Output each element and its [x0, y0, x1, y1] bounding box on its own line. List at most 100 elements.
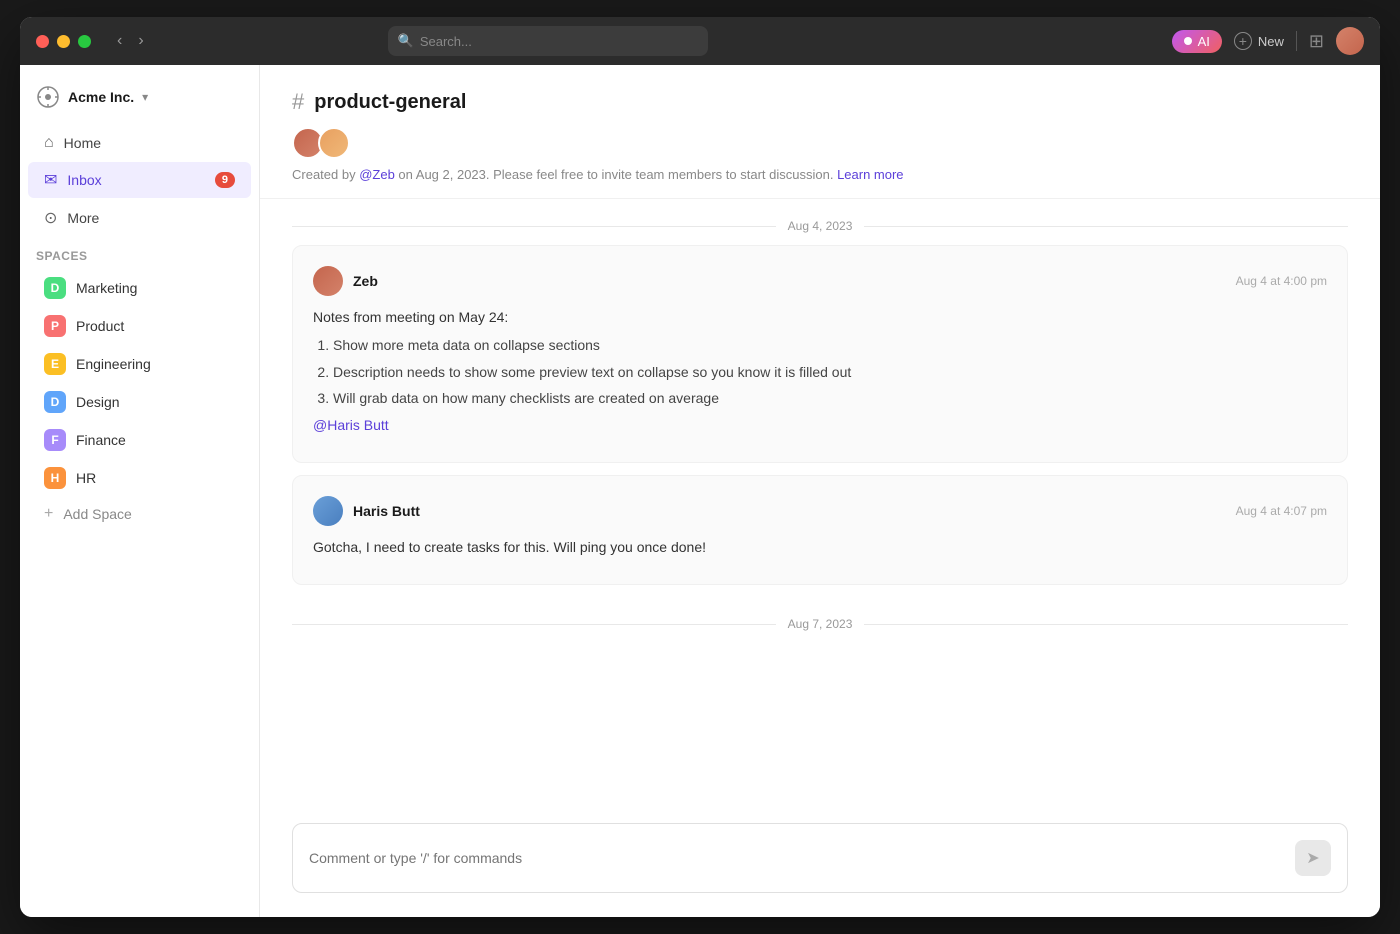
hash-icon: #: [292, 89, 304, 115]
sidebar-item-finance[interactable]: F Finance: [28, 422, 251, 458]
new-label: New: [1258, 34, 1284, 49]
engineering-icon: E: [44, 353, 66, 375]
sidebar-item-engineering[interactable]: E Engineering: [28, 346, 251, 382]
sidebar-item-marketing[interactable]: D Marketing: [28, 270, 251, 306]
send-icon: ➤: [1306, 848, 1319, 868]
date-label-aug7: Aug 7, 2023: [788, 617, 853, 631]
titlebar-right: AI + New ⊞: [1172, 27, 1364, 55]
minimize-button[interactable]: [57, 35, 70, 48]
messages-area: Aug 4, 2023 Zeb Aug 4 at 4:00 pm Notes f…: [260, 199, 1380, 807]
sidebar-item-hr-label: HR: [76, 470, 96, 486]
sidebar-item-product-label: Product: [76, 318, 124, 334]
back-arrow[interactable]: ‹: [111, 30, 128, 52]
zeb-message-time: Aug 4 at 4:00 pm: [1236, 274, 1327, 288]
message-header-zeb: Zeb Aug 4 at 4:00 pm: [313, 266, 1327, 296]
sidebar-item-finance-label: Finance: [76, 432, 126, 448]
design-icon: D: [44, 391, 66, 413]
comment-input[interactable]: [309, 850, 1295, 866]
sidebar-item-more-label: More: [67, 210, 99, 226]
home-icon: ⌂: [44, 134, 54, 152]
list-item: Show more meta data on collapse sections: [333, 334, 1327, 356]
learn-more-link[interactable]: Learn more: [837, 167, 903, 182]
zeb-avatar: [313, 266, 343, 296]
finance-icon: F: [44, 429, 66, 451]
sidebar-item-inbox[interactable]: ✉ Inbox 9: [28, 162, 251, 198]
channel-creator-link[interactable]: @Zeb: [359, 167, 395, 182]
message-card-haris: Haris Butt Aug 4 at 4:07 pm Gotcha, I ne…: [292, 475, 1348, 585]
channel-member-avatar-2: [318, 127, 350, 159]
marketing-icon: D: [44, 277, 66, 299]
workspace-logo: [36, 85, 60, 109]
zeb-message-intro: Notes from meeting on May 24:: [313, 306, 1327, 328]
more-icon: ⊙: [44, 208, 57, 228]
date-divider-aug4: Aug 4, 2023: [292, 199, 1348, 245]
user-avatar[interactable]: [1336, 27, 1364, 55]
titlebar: ‹ › 🔍 AI + New ⊞: [20, 17, 1380, 65]
nav-arrows: ‹ ›: [111, 30, 150, 52]
date-line-right-2: [864, 624, 1348, 625]
sidebar-item-design[interactable]: D Design: [28, 384, 251, 420]
search-icon: 🔍: [398, 33, 414, 49]
zeb-name: Zeb: [353, 273, 378, 289]
app-window: ‹ › 🔍 AI + New ⊞: [20, 17, 1380, 917]
channel-description: Created by @Zeb on Aug 2, 2023. Please f…: [292, 167, 1348, 182]
search-bar[interactable]: 🔍: [388, 26, 708, 56]
hr-icon: H: [44, 467, 66, 489]
add-space-button[interactable]: + Add Space: [28, 498, 251, 530]
sidebar-item-design-label: Design: [76, 394, 120, 410]
channel-title: # product-general: [292, 89, 1348, 115]
workspace-header[interactable]: Acme Inc. ▾: [20, 81, 259, 125]
ai-button[interactable]: AI: [1172, 30, 1222, 53]
message-card-zeb: Zeb Aug 4 at 4:00 pm Notes from meeting …: [292, 245, 1348, 463]
new-button[interactable]: + New: [1234, 32, 1284, 50]
plus-icon: +: [44, 505, 53, 523]
date-divider-aug7: Aug 7, 2023: [292, 597, 1348, 643]
inbox-badge: 9: [215, 172, 235, 188]
haris-name: Haris Butt: [353, 503, 420, 519]
list-item: Will grab data on how many checklists ar…: [333, 387, 1327, 409]
sidebar-item-more[interactable]: ⊙ More: [28, 200, 251, 236]
haris-avatar: [313, 496, 343, 526]
sidebar-item-home[interactable]: ⌂ Home: [28, 126, 251, 160]
haris-message-time: Aug 4 at 4:07 pm: [1236, 504, 1327, 518]
add-space-label: Add Space: [63, 506, 132, 522]
maximize-button[interactable]: [78, 35, 91, 48]
channel-avatars: [292, 127, 1348, 159]
message-author-haris: Haris Butt: [313, 496, 420, 526]
inbox-icon: ✉: [44, 170, 57, 190]
workspace-name: Acme Inc.: [68, 89, 134, 105]
sidebar-item-home-label: Home: [64, 135, 101, 151]
zeb-message-body: Notes from meeting on May 24: Show more …: [313, 306, 1327, 436]
window-controls: [36, 35, 91, 48]
zeb-message-list: Show more meta data on collapse sections…: [313, 334, 1327, 409]
date-label-aug4: Aug 4, 2023: [788, 219, 853, 233]
channel-desc-prefix: Created by: [292, 167, 359, 182]
forward-arrow[interactable]: ›: [132, 30, 149, 52]
message-author-zeb: Zeb: [313, 266, 378, 296]
date-line-right: [864, 226, 1348, 227]
sidebar-item-marketing-label: Marketing: [76, 280, 137, 296]
channel-header: # product-general Created by @Zeb on Aug…: [260, 65, 1380, 199]
sidebar-item-hr[interactable]: H HR: [28, 460, 251, 496]
search-input[interactable]: [420, 34, 698, 49]
chevron-down-icon: ▾: [142, 90, 148, 104]
close-button[interactable]: [36, 35, 49, 48]
sidebar-item-inbox-label: Inbox: [67, 172, 101, 188]
haris-message-body: Gotcha, I need to create tasks for this.…: [313, 536, 1327, 558]
comment-box: ➤: [292, 823, 1348, 893]
comment-area: ➤: [260, 807, 1380, 917]
send-button[interactable]: ➤: [1295, 840, 1331, 876]
date-line-left: [292, 226, 776, 227]
list-item: Description needs to show some preview t…: [333, 361, 1327, 383]
sidebar-item-engineering-label: Engineering: [76, 356, 151, 372]
haris-message-text: Gotcha, I need to create tasks for this.…: [313, 536, 1327, 558]
main-layout: Acme Inc. ▾ ⌂ Home ✉ Inbox 9 ⊙ More Spac…: [20, 65, 1380, 917]
grid-icon[interactable]: ⊞: [1309, 31, 1324, 52]
zeb-mention[interactable]: @Haris Butt: [313, 417, 389, 433]
content-area: # product-general Created by @Zeb on Aug…: [260, 65, 1380, 917]
channel-name: product-general: [314, 91, 466, 114]
sidebar-item-product[interactable]: P Product: [28, 308, 251, 344]
message-header-haris: Haris Butt Aug 4 at 4:07 pm: [313, 496, 1327, 526]
ai-dot-icon: [1184, 37, 1192, 45]
ai-label: AI: [1198, 34, 1210, 49]
